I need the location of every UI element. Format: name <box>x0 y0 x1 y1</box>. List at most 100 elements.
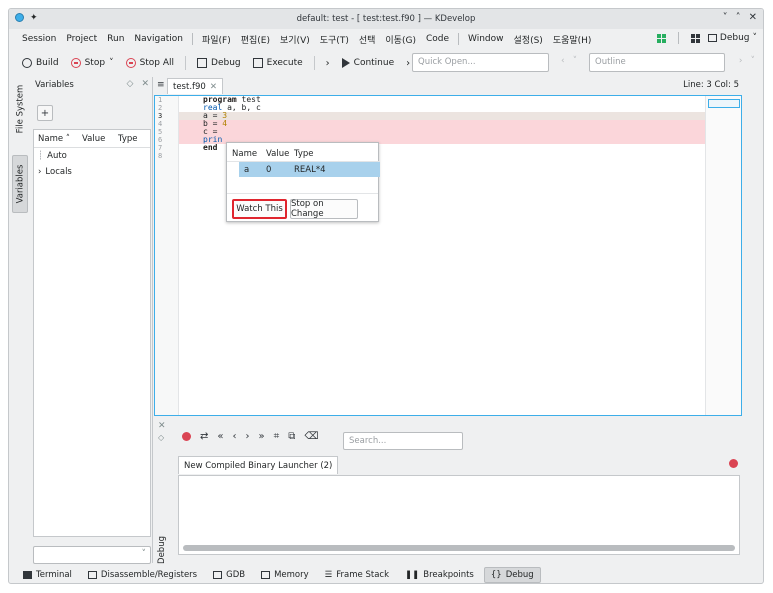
forward-icon[interactable]: › <box>739 56 743 66</box>
editor-tab-bar: ≡ test.f90 ✕ Line: 3 Col: 5 <box>155 77 743 95</box>
chevron-down-icon[interactable]: ˅ <box>751 56 756 66</box>
pin-icon[interactable]: ✦ <box>30 13 38 23</box>
quick-open-input[interactable]: Quick Open... <box>412 53 549 72</box>
debug-area-icon <box>707 34 717 42</box>
menu-settings[interactable]: 설정(S) <box>509 33 548 46</box>
close-output-icon[interactable] <box>729 459 738 468</box>
menu-edit[interactable]: 편집(E) <box>236 33 275 46</box>
menu-code[interactable]: Code <box>421 34 454 44</box>
debug-button[interactable]: Debug <box>192 56 246 70</box>
tool-debug[interactable]: {} Debug <box>483 567 541 583</box>
float-icon[interactable]: ◇ <box>127 79 134 89</box>
next-icon[interactable]: › <box>246 431 250 442</box>
menu-view[interactable]: 보기(V) <box>275 33 315 46</box>
close-icon[interactable]: ✕ <box>749 12 757 23</box>
build-button[interactable]: Build <box>17 56 64 70</box>
tooltip-row-a[interactable]: a 0 REAL*4 <box>239 162 380 177</box>
outline-input[interactable]: Outline <box>589 53 725 72</box>
column-name[interactable]: Name ˄ <box>34 134 78 144</box>
search-input[interactable]: Search... <box>343 432 463 450</box>
close-icon[interactable]: ✕ <box>158 421 166 431</box>
toolbar-separator <box>313 56 315 70</box>
menu-project[interactable]: Project <box>61 34 102 44</box>
tool-memory[interactable]: Memory <box>255 568 315 582</box>
line-number: 3 <box>158 112 163 120</box>
stop-all-button[interactable]: Stop All <box>121 56 179 70</box>
column-value[interactable]: Value <box>78 134 114 144</box>
stop-icon[interactable] <box>182 432 191 441</box>
app-icon[interactable] <box>15 13 24 22</box>
close-icon[interactable]: ✕ <box>210 82 217 92</box>
menu-session[interactable]: Session <box>17 34 61 44</box>
chevron-down-icon[interactable]: ˅ <box>573 56 578 66</box>
chevron-right-icon: › <box>406 57 411 69</box>
minimap-viewport[interactable] <box>708 99 740 108</box>
stop-button[interactable]: Stop ˅ <box>66 56 119 70</box>
variables-tab[interactable]: Variables <box>12 155 28 213</box>
debug-area-button[interactable]: Debug ˅ <box>707 33 757 43</box>
watch-this-button[interactable]: Watch This <box>232 199 287 219</box>
variables-panel: Variables ◇ ✕ + Name ˄ Value Type ┊ Auto… <box>33 77 151 564</box>
panel-splitter[interactable] <box>152 77 153 563</box>
continue-button[interactable]: Continue <box>337 56 399 70</box>
menu-selection[interactable]: 선택 <box>354 33 381 46</box>
chevron-down-icon[interactable]: ˅ <box>109 58 114 68</box>
chevron-right-icon[interactable]: › <box>38 167 41 177</box>
menu-separator <box>458 33 460 45</box>
menu-tools[interactable]: 도구(T) <box>315 33 354 46</box>
column-name[interactable]: Name <box>227 149 261 159</box>
menu-run[interactable]: Run <box>102 34 129 44</box>
column-type[interactable]: Type <box>114 134 148 144</box>
filter-icon[interactable]: ⇄ <box>200 431 208 442</box>
horizontal-scrollbar[interactable] <box>183 545 735 551</box>
back-icon[interactable]: ‹ <box>561 56 565 66</box>
first-icon[interactable]: « <box>217 431 223 442</box>
menu-navigation[interactable]: Navigation <box>129 34 188 44</box>
line-number: 1 <box>158 96 163 104</box>
nav-arrows-right: › ˅ <box>739 56 755 66</box>
tool-breakpoints[interactable]: ❚❚ Breakpoints <box>399 568 480 582</box>
minimap[interactable] <box>705 96 741 415</box>
build-icon <box>22 58 32 68</box>
code-line-4: b = 4 <box>179 120 707 128</box>
step-over-button[interactable]: › <box>321 56 335 71</box>
tool-frame-stack[interactable]: ☰ Frame Stack <box>319 568 395 582</box>
variables-combo[interactable]: ˅ <box>33 546 151 564</box>
tool-gdb[interactable]: GDB <box>207 568 251 582</box>
minimize-icon[interactable]: ˅ <box>723 12 728 23</box>
gdb-icon <box>213 571 223 579</box>
tab-launcher-output[interactable]: New Compiled Binary Launcher (2) <box>178 456 339 474</box>
execute-button[interactable]: Execute <box>248 56 308 70</box>
float-icon[interactable]: ◇ <box>158 433 164 442</box>
menu-file[interactable]: 파일(F) <box>197 33 236 46</box>
menu-help[interactable]: 도움말(H) <box>548 33 597 46</box>
debug-side-tab[interactable]: Debug <box>154 536 170 564</box>
menu-go[interactable]: 이동(G) <box>380 33 421 46</box>
tree-item-auto[interactable]: ┊ Auto <box>34 148 150 164</box>
bottom-tool-bar: Terminal Disassemble/Registers GDB Memor… <box>9 565 763 583</box>
close-icon[interactable]: ✕ <box>141 79 149 89</box>
document-list-icon[interactable]: ≡ <box>157 80 165 90</box>
review-area-icon[interactable] <box>690 33 700 43</box>
previous-icon[interactable]: ‹ <box>233 431 237 442</box>
tree-item-locals[interactable]: › Locals <box>34 164 150 180</box>
tool-disassemble[interactable]: Disassemble/Registers <box>82 568 203 582</box>
column-value[interactable]: Value <box>261 149 289 159</box>
maximize-icon[interactable]: ˄ <box>736 12 741 23</box>
output-area[interactable] <box>178 475 740 555</box>
file-system-tab[interactable]: File System <box>12 79 28 139</box>
add-watch-button[interactable]: + <box>37 105 53 121</box>
tooltip-table: Name Value Type a 0 REAL*4 <box>227 146 380 177</box>
toolbar-separator <box>185 56 187 70</box>
last-icon[interactable]: » <box>259 431 265 442</box>
copy-icon[interactable]: ⧉ <box>288 431 295 442</box>
tool-terminal[interactable]: Terminal <box>17 568 78 582</box>
tab-test-f90[interactable]: test.f90 ✕ <box>167 78 223 94</box>
tree-branch-icon: ┊ <box>38 151 44 161</box>
collapse-icon[interactable]: ⌗ <box>274 431 280 442</box>
clear-icon[interactable]: ⌫ <box>304 431 318 442</box>
code-area-icon[interactable] <box>656 33 666 43</box>
menu-window[interactable]: Window <box>463 34 509 44</box>
column-type[interactable]: Type <box>289 149 349 159</box>
stop-on-change-button[interactable]: Stop on Change <box>290 199 358 219</box>
